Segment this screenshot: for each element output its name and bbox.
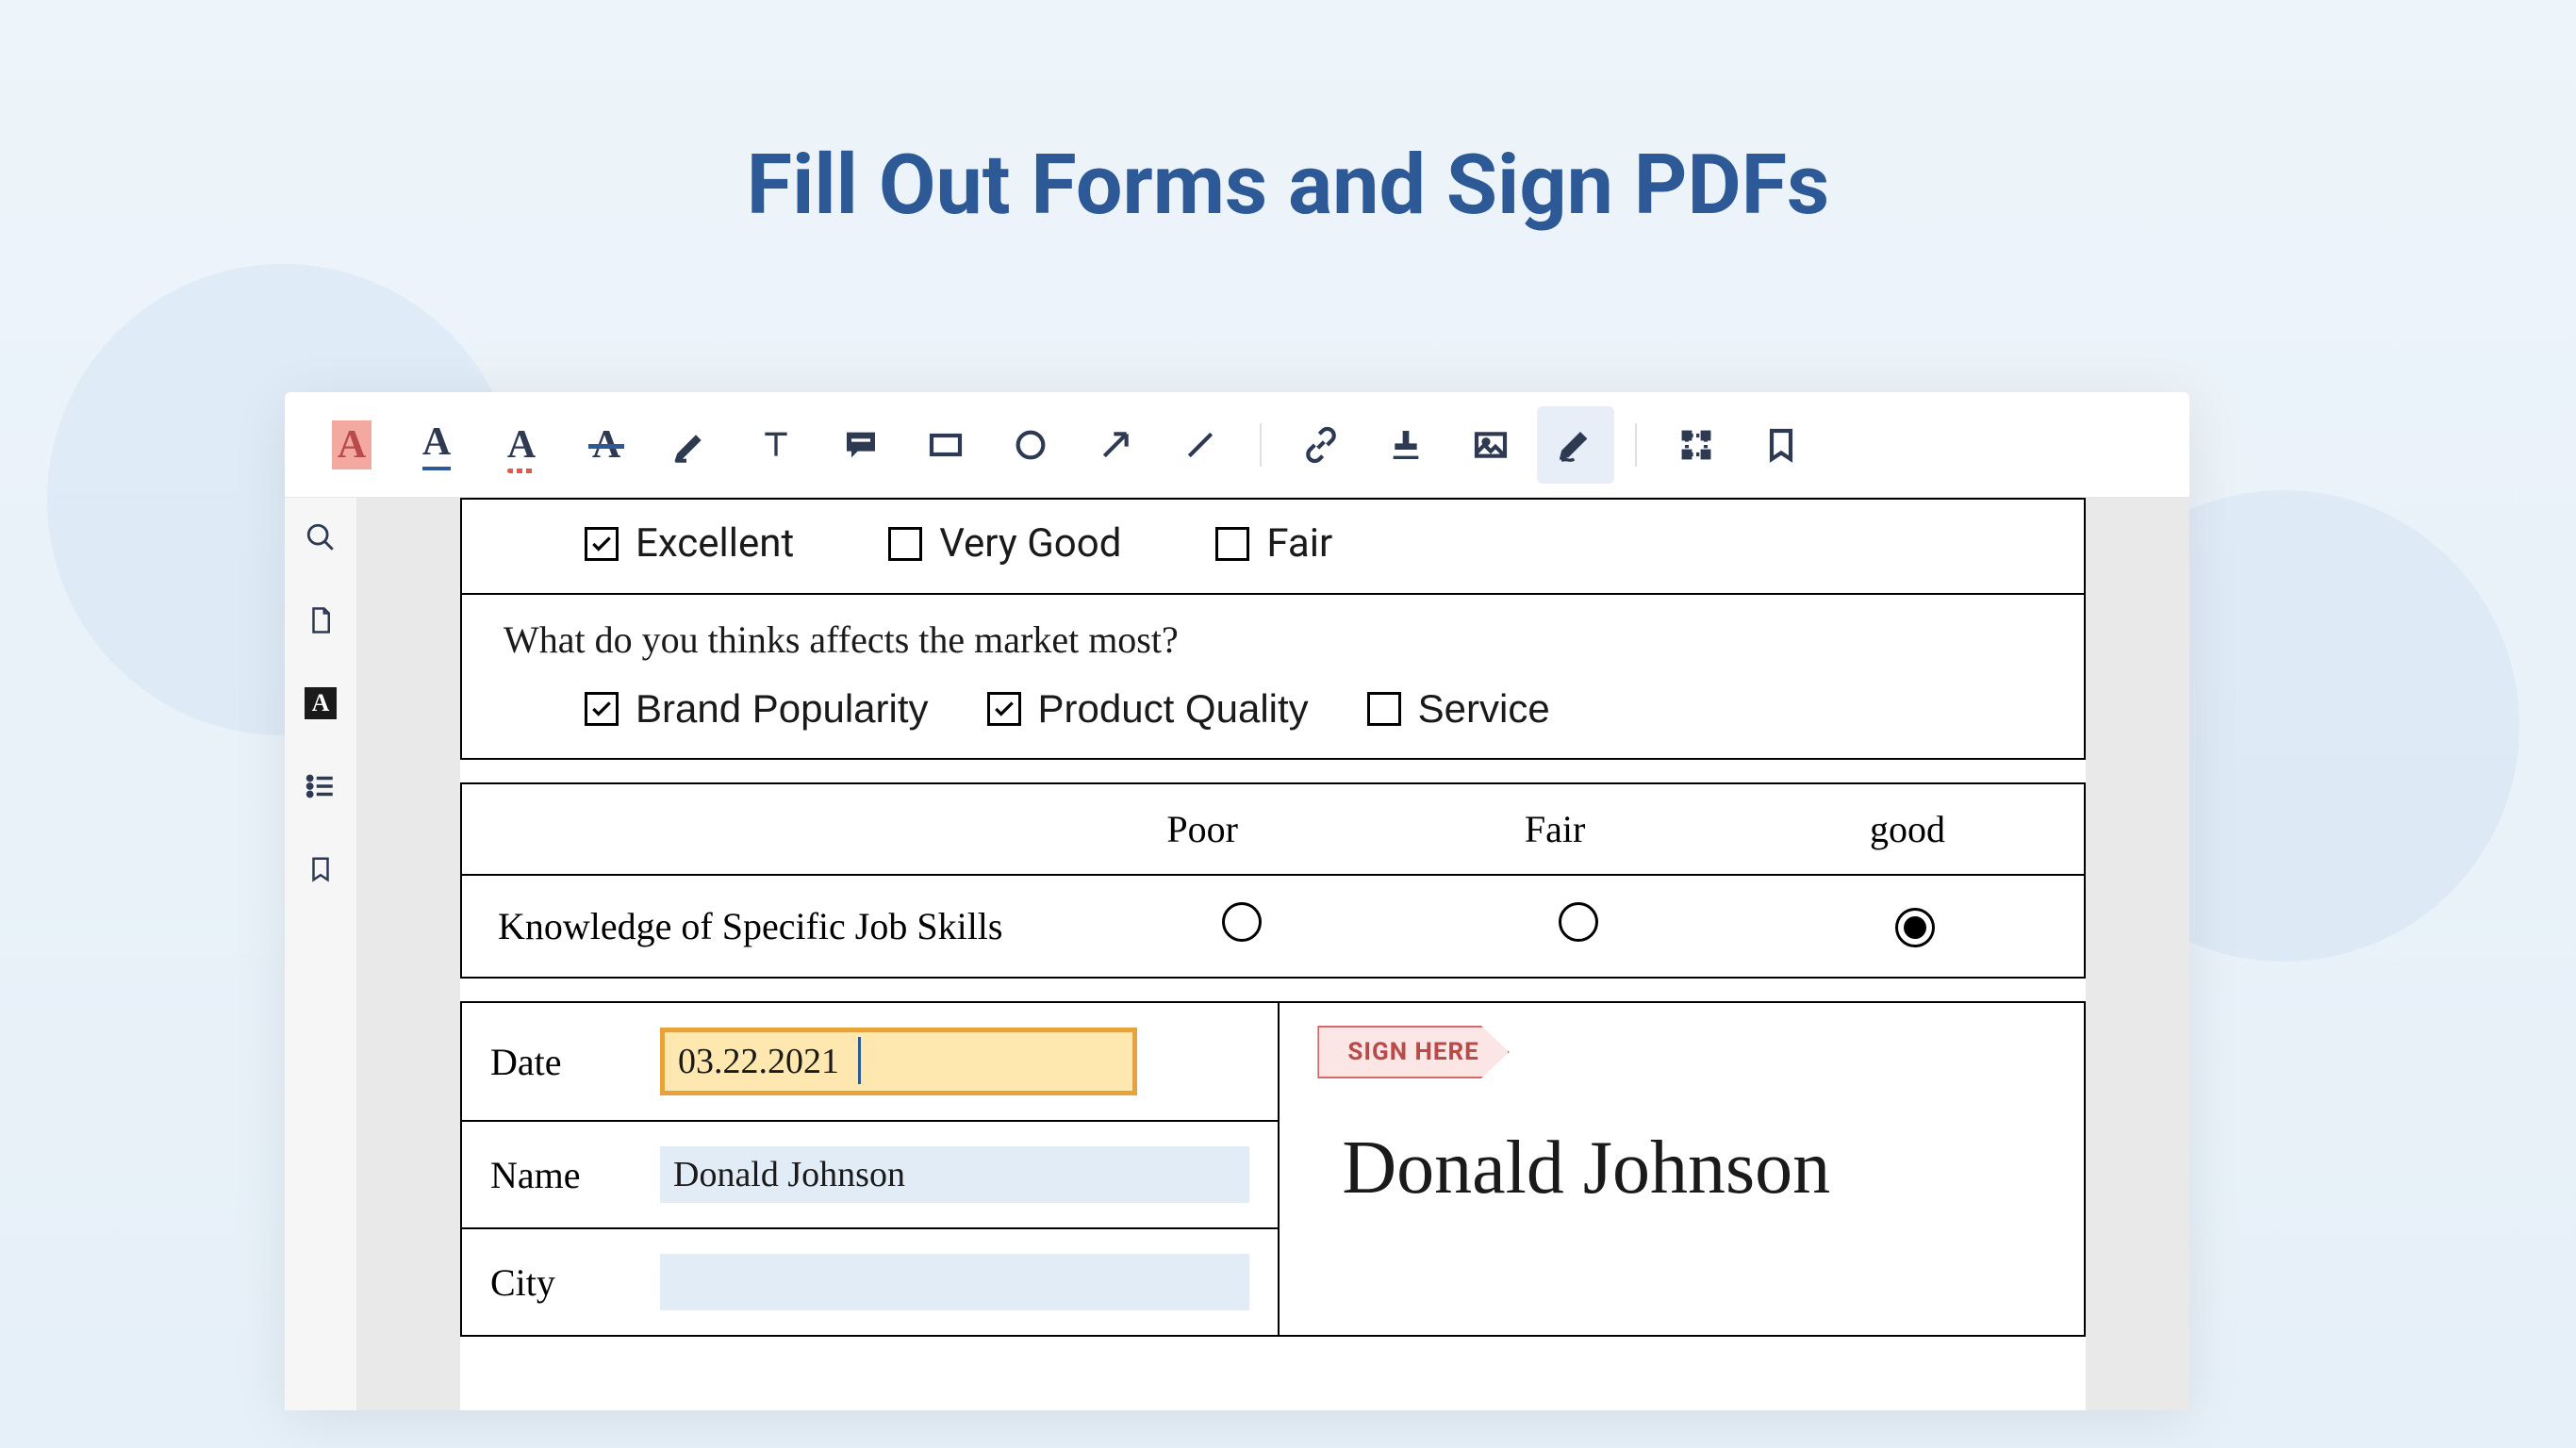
toolbar-divider bbox=[1635, 423, 1637, 467]
link-icon bbox=[1302, 426, 1340, 464]
checkbox-quality[interactable]: Product Quality bbox=[987, 686, 1309, 732]
checkbox-label: Product Quality bbox=[1038, 686, 1309, 732]
bookmark-icon bbox=[306, 852, 335, 886]
image-tool[interactable] bbox=[1452, 406, 1529, 484]
arrow-tool[interactable] bbox=[1077, 406, 1154, 484]
text-caret bbox=[858, 1037, 861, 1084]
question-text: What do you thinks affects the market mo… bbox=[504, 617, 2042, 662]
signature-icon bbox=[1557, 426, 1594, 464]
form-fields-section: Date Name City bbox=[460, 1001, 2086, 1337]
pdf-editor-window: A A A A bbox=[285, 392, 2189, 1410]
arrow-icon bbox=[1097, 426, 1134, 464]
search-panel-button[interactable] bbox=[300, 517, 341, 558]
pen-nib-icon bbox=[672, 426, 710, 464]
checkbox-brand[interactable]: Brand Popularity bbox=[585, 686, 929, 732]
text-tool[interactable] bbox=[737, 406, 815, 484]
checkbox-service[interactable]: Service bbox=[1367, 686, 1550, 732]
line-icon bbox=[1181, 426, 1219, 464]
stamp-tool[interactable] bbox=[1367, 406, 1445, 484]
ink-tool[interactable] bbox=[652, 406, 730, 484]
sign-here-badge[interactable]: SIGN HERE bbox=[1317, 1026, 1509, 1078]
checkbox-label: Service bbox=[1418, 686, 1550, 732]
squiggly-tool[interactable]: A bbox=[483, 406, 560, 484]
search-icon bbox=[305, 521, 337, 553]
rating-table: Poor Fair good Knowledge of Specific Job… bbox=[460, 782, 2086, 979]
note-tool[interactable] bbox=[822, 406, 900, 484]
signature-tool[interactable] bbox=[1537, 406, 1614, 484]
checkbox-label: Excellent bbox=[636, 520, 794, 567]
selection-icon bbox=[1677, 426, 1715, 464]
checkbox-fair[interactable]: Fair bbox=[1215, 520, 1332, 567]
field-label: Date bbox=[490, 1040, 632, 1084]
text-icon bbox=[757, 426, 795, 464]
checkbox-very-good[interactable]: Very Good bbox=[888, 520, 1121, 567]
annotations-icon: A bbox=[305, 687, 337, 719]
link-tool[interactable] bbox=[1282, 406, 1360, 484]
bookmark-tool[interactable] bbox=[1742, 406, 1820, 484]
checkbox-label: Very Good bbox=[939, 520, 1121, 567]
annotation-toolbar: A A A A bbox=[285, 392, 2189, 498]
radio-poor[interactable] bbox=[1222, 902, 1262, 942]
outline-panel-button[interactable] bbox=[300, 765, 341, 807]
date-field[interactable] bbox=[660, 1028, 1137, 1095]
field-label: City bbox=[490, 1260, 632, 1305]
radio-fair[interactable] bbox=[1559, 902, 1598, 942]
bookmark-icon bbox=[1762, 426, 1800, 464]
circle-icon bbox=[1012, 426, 1049, 464]
toolbar-divider bbox=[1260, 423, 1262, 467]
strikeout-tool[interactable]: A bbox=[568, 406, 645, 484]
radio-good[interactable] bbox=[1895, 908, 1935, 947]
stamp-icon bbox=[1387, 426, 1425, 464]
pdf-page: Excellent Very Good Fair What do you thi… bbox=[460, 498, 2086, 1410]
document-canvas[interactable]: Excellent Very Good Fair What do you thi… bbox=[356, 498, 2189, 1410]
bookmarks-panel-button[interactable] bbox=[300, 848, 341, 890]
column-header: good bbox=[1731, 784, 2084, 874]
circle-tool[interactable] bbox=[992, 406, 1069, 484]
rectangle-tool[interactable] bbox=[907, 406, 984, 484]
strikeout-icon: A bbox=[592, 422, 620, 468]
rectangle-icon bbox=[927, 426, 965, 464]
column-header: Poor bbox=[1026, 784, 1379, 874]
page-icon bbox=[306, 603, 335, 637]
select-tool[interactable] bbox=[1658, 406, 1735, 484]
highlight-icon: A bbox=[332, 420, 372, 469]
row-label: Knowledge of Specific Job Skills bbox=[462, 876, 1073, 977]
annotations-panel-button[interactable]: A bbox=[300, 683, 341, 724]
underline-icon: A bbox=[422, 420, 451, 470]
page-title: Fill Out Forms and Sign PDFs bbox=[0, 0, 2576, 234]
checkbox-excellent[interactable]: Excellent bbox=[585, 520, 794, 567]
thumbnails-panel-button[interactable] bbox=[300, 600, 341, 641]
checkbox-label: Fair bbox=[1266, 520, 1332, 567]
city-field[interactable] bbox=[660, 1254, 1249, 1310]
column-header: Fair bbox=[1379, 784, 1731, 874]
image-icon bbox=[1472, 426, 1510, 464]
chat-icon bbox=[842, 426, 880, 464]
field-label: Name bbox=[490, 1153, 632, 1197]
name-field[interactable] bbox=[660, 1146, 1249, 1203]
signature-text[interactable]: Donald Johnson bbox=[1342, 1126, 2046, 1211]
table-row: Knowledge of Specific Job Skills bbox=[462, 876, 2084, 977]
underline-tool[interactable]: A bbox=[398, 406, 475, 484]
highlight-tool[interactable]: A bbox=[313, 406, 390, 484]
list-icon bbox=[305, 770, 337, 802]
line-tool[interactable] bbox=[1162, 406, 1239, 484]
left-sidebar: A bbox=[285, 498, 356, 1410]
checkbox-label: Brand Popularity bbox=[636, 686, 929, 732]
squiggly-icon: A bbox=[507, 422, 536, 468]
